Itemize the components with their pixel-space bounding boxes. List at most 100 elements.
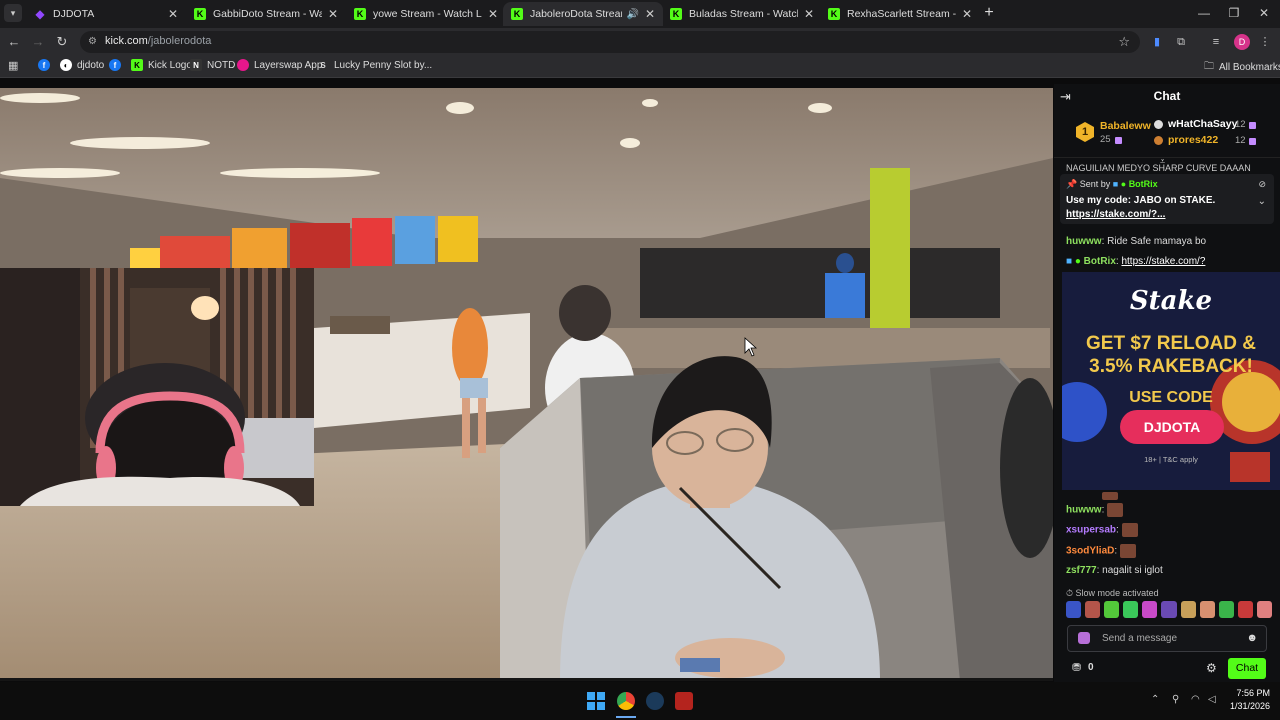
s-icon: S <box>320 60 326 70</box>
bookmark-djdoto[interactable]: ◐ djdoto <box>60 59 104 71</box>
chat-message: huwww: <box>1066 503 1124 517</box>
new-tab-button[interactable]: + <box>980 4 998 22</box>
emote-button[interactable] <box>1066 601 1082 618</box>
wifi-icon[interactable]: ◠ <box>1191 694 1200 705</box>
tab-buladas[interactable]: K Buladas Stream - Watch Live or ✕ <box>662 2 822 26</box>
chat-username[interactable]: huwww <box>1066 236 1102 247</box>
dota-icon[interactable] <box>675 692 693 710</box>
tab-title: JaboleroDota Stream - Watc <box>530 8 622 20</box>
tab-djdota[interactable]: ◆ DJDOTA ✕ <box>26 2 186 26</box>
leader-first-name[interactable]: Babaleww <box>1100 120 1151 132</box>
tab-title: Buladas Stream - Watch Live or <box>689 8 798 20</box>
close-icon[interactable]: ✕ <box>962 7 972 21</box>
pinned-message[interactable]: 📌 Sent by ■ ● BotRix ⊘ Use my code: JABO… <box>1060 174 1274 224</box>
chat-link[interactable]: https://stake.com/? <box>1121 256 1205 267</box>
hide-pin-icon[interactable]: ⊘ <box>1258 179 1266 190</box>
pinned-link[interactable]: https://stake.com/?... <box>1066 209 1165 220</box>
bookmark-kick-logo[interactable]: K Kick Logo <box>131 59 192 71</box>
system-clock[interactable]: 7:56 PM 1/31/2026 <box>1230 687 1270 713</box>
points-icon[interactable]: ⛃ <box>1072 661 1081 674</box>
close-icon[interactable]: ✕ <box>488 7 498 21</box>
ad-code-button[interactable]: DJDOTA <box>1120 410 1224 444</box>
chat-input[interactable]: Send a message ☻ <box>1067 625 1267 652</box>
windows-start-icon[interactable] <box>587 692 605 710</box>
extension-icon[interactable]: ▮ <box>1149 34 1165 50</box>
emote-button[interactable] <box>1085 601 1101 618</box>
window-close-icon[interactable]: ✕ <box>1252 4 1276 22</box>
menu-kebab-icon[interactable]: ⋮ <box>1257 34 1273 50</box>
leader-second-name[interactable]: wHatChaSayy <box>1168 118 1237 130</box>
emote-button[interactable] <box>1237 601 1253 618</box>
close-icon[interactable]: ✕ <box>328 7 338 21</box>
restore-icon[interactable]: ❐ <box>1222 4 1246 22</box>
volume-icon[interactable]: ◁ <box>1208 694 1216 705</box>
close-icon[interactable]: ✕ <box>645 7 655 21</box>
bookmarks-bar: ▦ f ◐ djdoto f K Kick Logo N NOTD Layerswap… <box>0 56 1280 78</box>
minimize-icon[interactable]: — <box>1192 4 1216 22</box>
emote-button[interactable] <box>1161 601 1177 618</box>
chat-username[interactable]: xsupersab <box>1066 525 1116 536</box>
slow-mode-notice: ⏱ Slow mode activated <box>1066 588 1159 599</box>
emote-button[interactable] <box>1180 601 1196 618</box>
url-path: /jabolerodota <box>147 35 212 47</box>
profile-avatar[interactable]: D <box>1234 34 1250 50</box>
extensions-puzzle-icon[interactable]: ⧉ <box>1173 34 1189 50</box>
tray-icon[interactable]: ⚲ <box>1172 694 1179 705</box>
close-icon[interactable]: ✕ <box>168 7 178 21</box>
chat-message: zsf777: nagalit si iglot <box>1066 565 1163 576</box>
bookmark-lucky-penny[interactable]: S Lucky Penny Slot by... <box>317 59 432 71</box>
send-chat-button[interactable]: Chat <box>1228 658 1266 679</box>
tab-yowe[interactable]: K yowe Stream - Watch Live on K ✕ <box>346 2 506 26</box>
reload-button[interactable]: ↻ <box>53 33 71 51</box>
chat-message: ■ ● BotRix: https://stake.com/? <box>1066 256 1206 267</box>
site-info-icon[interactable]: ⚙ <box>88 36 100 48</box>
webcam-scene <box>0 268 314 506</box>
chrome-icon[interactable] <box>617 692 635 710</box>
emoji-picker-icon[interactable]: ☻ <box>1246 632 1258 644</box>
gear-icon[interactable]: ⚙ <box>1206 661 1217 675</box>
tab-rexhascarlett[interactable]: K RexhaScarlett Stream - Watch L ✕ <box>820 2 980 26</box>
pinned-text: Use my code: JABO on STAKE. <box>1066 195 1216 206</box>
bookmark-layerswap[interactable]: Layerswap App <box>237 59 322 71</box>
stake-ad-banner[interactable]: Stake GET $7 RELOAD & 3.5% RAKEBACK! USE … <box>1062 272 1280 490</box>
verified-icon: ● <box>1074 256 1081 267</box>
chat-username[interactable]: zsf777 <box>1066 565 1097 576</box>
bookmark-notd[interactable]: N NOTD <box>190 59 235 71</box>
media-control-icon[interactable]: ≡ <box>1208 34 1224 50</box>
forward-button[interactable]: → <box>29 33 47 51</box>
tray-overflow-icon[interactable]: ⌃ <box>1151 694 1159 705</box>
layerswap-icon <box>237 59 249 71</box>
emote <box>1119 544 1136 558</box>
speaker-icon[interactable]: 🔊 <box>626 9 638 20</box>
tab-search-button[interactable]: ▾ <box>4 4 22 22</box>
chat-username[interactable]: huwww <box>1066 505 1102 516</box>
chat-username[interactable]: BotRix <box>1084 256 1116 267</box>
close-icon[interactable]: ✕ <box>804 7 814 21</box>
emote-button[interactable] <box>1123 601 1139 618</box>
url-field[interactable]: ⚙ kick.com/jabolerodota ☆ <box>80 31 1140 53</box>
tab-jabolerodota[interactable]: K JaboleroDota Stream - Watc 🔊 ✕ <box>503 2 663 26</box>
emote-button[interactable] <box>1104 601 1120 618</box>
bookmark-facebook-2[interactable]: f <box>109 59 126 71</box>
ad-headline: GET $7 RELOAD & 3.5% RAKEBACK! <box>1062 332 1280 378</box>
apps-grid-icon[interactable]: ▦ <box>8 59 18 72</box>
facebook-icon: f <box>109 59 121 71</box>
steam-icon[interactable] <box>646 692 664 710</box>
emote <box>1121 523 1138 537</box>
facebook-icon: f <box>38 59 50 71</box>
tab-strip: ▾ ◆ DJDOTA ✕ K GabbiDoto Stream - Watch … <box>0 0 1280 28</box>
bookmark-facebook-1[interactable]: f <box>38 59 55 71</box>
chevron-down-icon[interactable]: ⌄ <box>1258 196 1266 207</box>
bookmark-star-icon[interactable]: ☆ <box>1118 34 1130 50</box>
all-bookmarks[interactable]: 🗀 All Bookmarks <box>1204 59 1280 76</box>
leader-third-name[interactable]: prores422 <box>1168 134 1218 146</box>
chat-username[interactable]: 3sodYliaD <box>1066 546 1114 557</box>
emote-button[interactable] <box>1199 601 1215 618</box>
chat-message: 3sodYliaD: <box>1066 544 1136 558</box>
emote-button[interactable] <box>1142 601 1158 618</box>
back-button[interactable]: ← <box>5 33 23 51</box>
emote-button[interactable] <box>1256 601 1273 618</box>
url-host: kick.com <box>105 35 148 47</box>
emote-button[interactable] <box>1218 601 1234 618</box>
tab-gabbidoto[interactable]: K GabbiDoto Stream - Watch Live ✕ <box>186 2 346 26</box>
